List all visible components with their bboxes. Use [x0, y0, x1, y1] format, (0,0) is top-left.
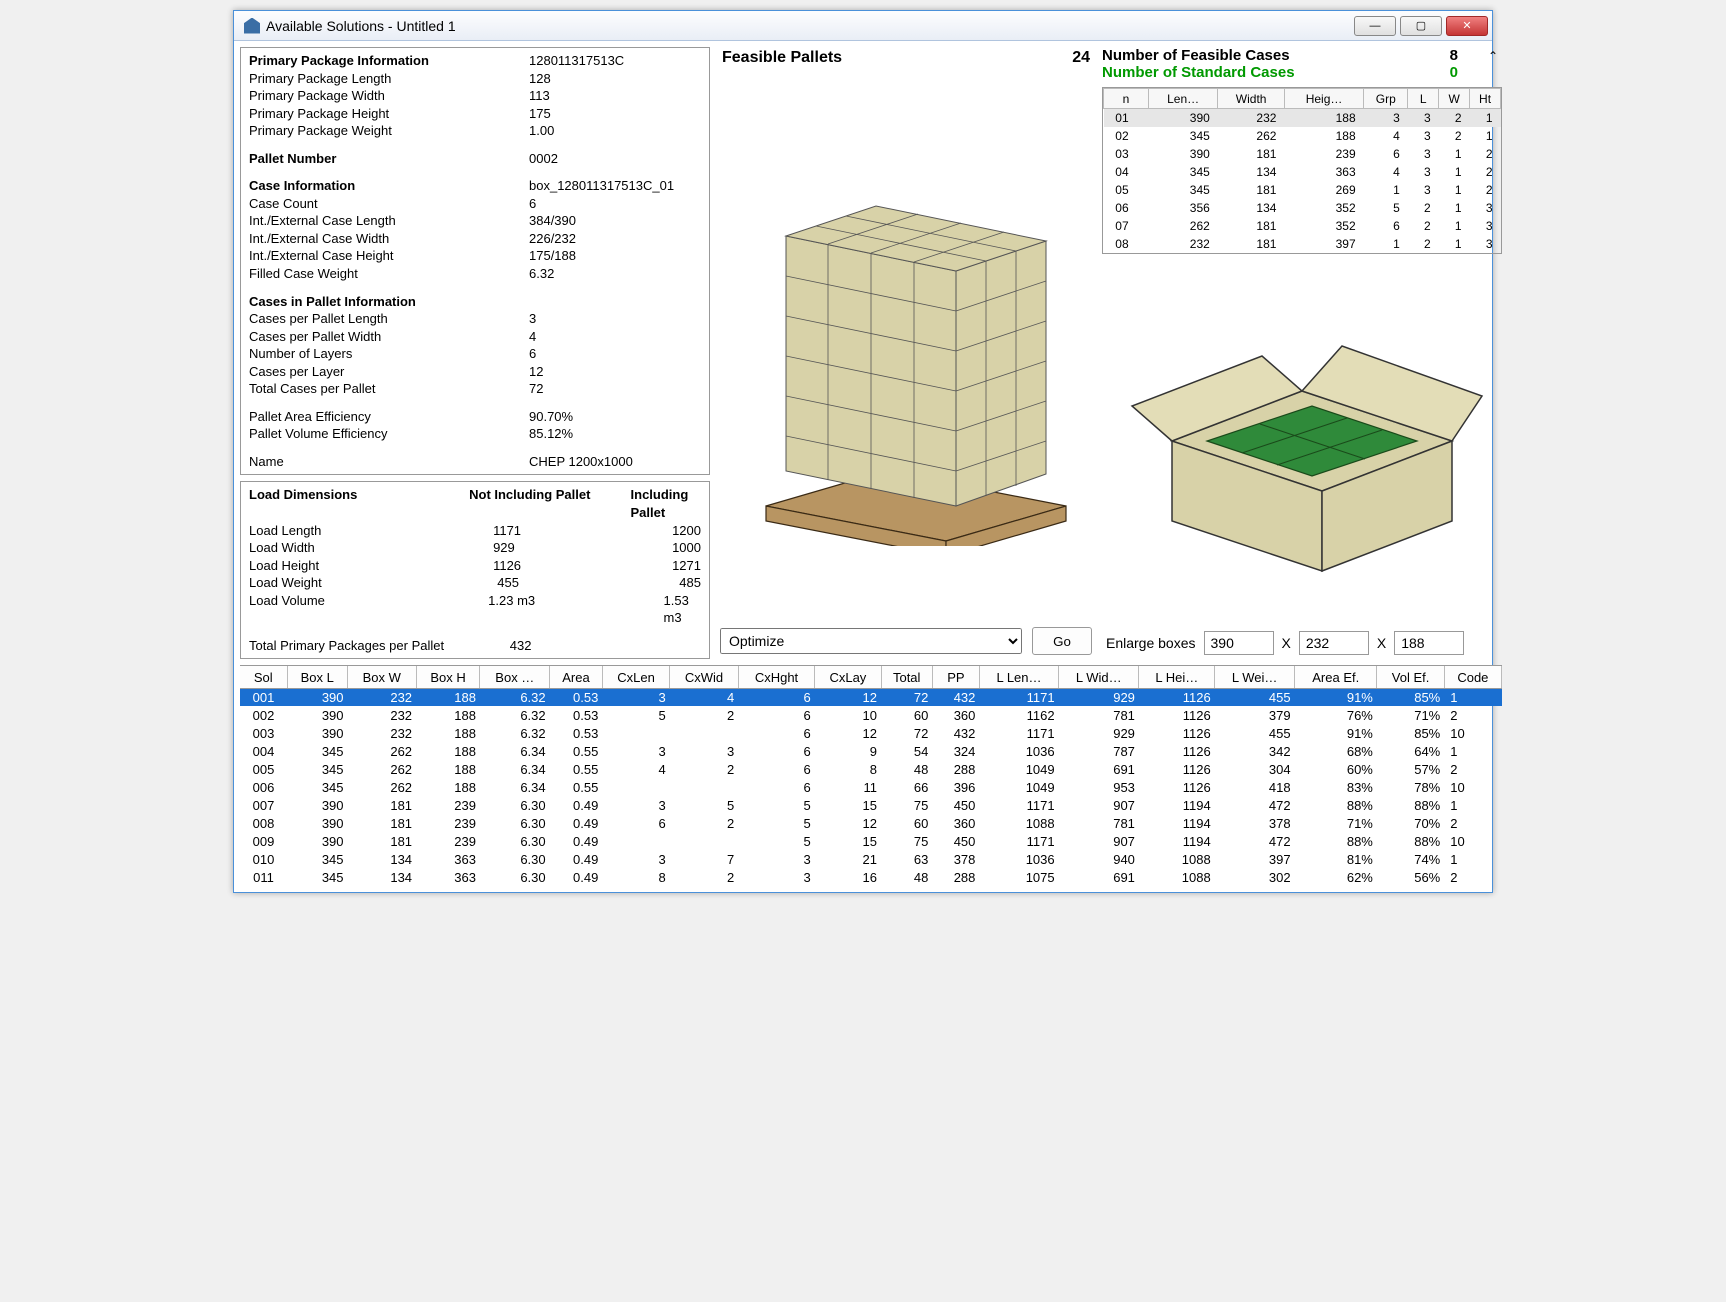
name-val: CHEP 1200x1000: [529, 453, 633, 471]
center-column: Feasible Pallets 24: [716, 47, 1096, 659]
sol-col-header[interactable]: Box …: [480, 666, 550, 688]
feasible-cases-val: 8: [1418, 47, 1458, 64]
sol-col-header[interactable]: L Len…: [979, 666, 1058, 688]
pallet-icon: [726, 146, 1086, 546]
primary-header: Primary Package Information: [249, 52, 529, 70]
sol-col-header[interactable]: L Wid…: [1059, 666, 1139, 688]
feasible-cases-label: Number of Feasible Cases: [1102, 47, 1412, 64]
table-row[interactable]: 0103451343636.300.4937321633781036940108…: [240, 850, 1502, 868]
enlarge-height-input[interactable]: [1394, 631, 1464, 655]
window: Available Solutions - Untitled 1 — ▢ ✕ P…: [233, 10, 1493, 893]
solutions-panel: SolBox LBox WBox HBox …AreaCxLenCxWidCxH…: [240, 665, 1502, 886]
standard-cases-val: 0: [1418, 64, 1458, 81]
app-icon: [244, 18, 260, 34]
table-row[interactable]: 043451343634312: [1104, 163, 1501, 181]
feasible-pallets-val: 24: [1072, 49, 1090, 67]
table-row[interactable]: 0093901812396.300.4951575450117190711944…: [240, 832, 1502, 850]
cpi-header: Cases in Pallet Information: [249, 293, 529, 311]
enlarge-width-input[interactable]: [1299, 631, 1369, 655]
enlarge-length-input[interactable]: [1204, 631, 1274, 655]
table-row[interactable]: 0083901812396.300.4962512603601088781119…: [240, 814, 1502, 832]
sol-col-header[interactable]: CxLen: [602, 666, 669, 688]
titlebar[interactable]: Available Solutions - Untitled 1 — ▢ ✕: [234, 11, 1492, 41]
sol-col-header[interactable]: L Hei…: [1139, 666, 1215, 688]
sol-col-header[interactable]: PP: [932, 666, 979, 688]
solutions-scroll[interactable]: SolBox LBox WBox HBox …AreaCxLenCxWidCxH…: [240, 666, 1502, 886]
maximize-button[interactable]: ▢: [1400, 16, 1442, 36]
sol-col-header[interactable]: Code: [1444, 666, 1501, 688]
case-info-header: Case Information: [249, 177, 529, 195]
close-button[interactable]: ✕: [1446, 16, 1488, 36]
sol-col-header[interactable]: CxHght: [738, 666, 815, 688]
table-row[interactable]: 053451812691312: [1104, 181, 1501, 199]
cases-col-header[interactable]: W: [1439, 89, 1470, 109]
left-column: Primary Package Information128011317513C…: [240, 47, 710, 659]
enlarge-label: Enlarge boxes: [1106, 635, 1196, 651]
cases-col-header[interactable]: Heig…: [1284, 89, 1363, 109]
table-row[interactable]: 013902321883321: [1104, 109, 1501, 127]
cases-table[interactable]: nLen…WidthHeig…GrpLWHt 01390232188332102…: [1102, 87, 1502, 254]
package-info-panel: Primary Package Information128011317513C…: [240, 47, 710, 475]
collapse-icon[interactable]: ⌃: [1484, 49, 1502, 63]
sol-col-header[interactable]: CxWid: [670, 666, 739, 688]
cases-col-header[interactable]: Ht: [1470, 89, 1501, 109]
minimize-button[interactable]: —: [1354, 16, 1396, 36]
pallet-number-label: Pallet Number: [249, 150, 529, 168]
window-title: Available Solutions - Untitled 1: [266, 18, 1350, 34]
right-column: Number of Feasible Cases 8 ⌃ Number of S…: [1102, 47, 1502, 659]
case-3d-view[interactable]: [1102, 260, 1502, 621]
sol-col-header[interactable]: CxLay: [815, 666, 881, 688]
go-button[interactable]: Go: [1032, 627, 1092, 655]
table-row[interactable]: 0013902321886.320.5334612724321171929112…: [240, 688, 1502, 706]
table-row[interactable]: 023452621884321: [1104, 127, 1501, 145]
sol-col-header[interactable]: Box L: [287, 666, 348, 688]
box-icon: [1112, 291, 1492, 591]
sol-col-header[interactable]: Total: [881, 666, 932, 688]
cases-col-header[interactable]: Width: [1218, 89, 1285, 109]
table-row[interactable]: 0073901812396.300.4935515754501171907119…: [240, 796, 1502, 814]
pallet-3d-view[interactable]: [716, 69, 1096, 623]
sol-col-header[interactable]: L Wei…: [1215, 666, 1295, 688]
solutions-table[interactable]: SolBox LBox WBox HBox …AreaCxLenCxWidCxH…: [240, 666, 1502, 886]
table-row[interactable]: 0023902321886.320.5352610603601162781112…: [240, 706, 1502, 724]
feasible-pallets-label: Feasible Pallets: [722, 49, 842, 67]
cases-col-header[interactable]: L: [1408, 89, 1439, 109]
table-row[interactable]: 063561343525213: [1104, 199, 1501, 217]
sol-col-header[interactable]: Area Ef.: [1295, 666, 1377, 688]
cases-col-header[interactable]: Len…: [1148, 89, 1217, 109]
primary-header-val: 128011317513C: [529, 52, 624, 70]
table-row[interactable]: 033901812396312: [1104, 145, 1501, 163]
sol-col-header[interactable]: Box H: [416, 666, 480, 688]
table-row[interactable]: 0043452621886.340.5533695432410367871126…: [240, 742, 1502, 760]
sol-col-header[interactable]: Area: [550, 666, 603, 688]
table-row[interactable]: 0053452621886.340.5542684828810496911126…: [240, 760, 1502, 778]
optimize-select[interactable]: Optimize: [720, 628, 1022, 654]
sol-col-header[interactable]: Sol: [240, 666, 287, 688]
sol-col-header[interactable]: Vol Ef.: [1377, 666, 1444, 688]
standard-cases-label: Number of Standard Cases: [1102, 64, 1412, 81]
pallet-number-val: 0002: [529, 150, 558, 168]
table-row[interactable]: 0063452621886.340.5561166396104995311264…: [240, 778, 1502, 796]
table-row[interactable]: 082321813971213: [1104, 235, 1501, 253]
cases-col-header[interactable]: n: [1104, 89, 1149, 109]
name-label: Name: [249, 453, 529, 471]
load-dimensions-panel: Load Dimensions Not Including Pallet Inc…: [240, 481, 710, 659]
cases-col-header[interactable]: Grp: [1364, 89, 1408, 109]
sol-col-header[interactable]: Box W: [348, 666, 417, 688]
table-row[interactable]: 0033902321886.320.5361272432117192911264…: [240, 724, 1502, 742]
enlarge-boxes-row: Enlarge boxes X X: [1102, 627, 1502, 659]
table-row[interactable]: 072621813526213: [1104, 217, 1501, 235]
table-row[interactable]: 0113451343636.300.4982316482881075691108…: [240, 868, 1502, 886]
